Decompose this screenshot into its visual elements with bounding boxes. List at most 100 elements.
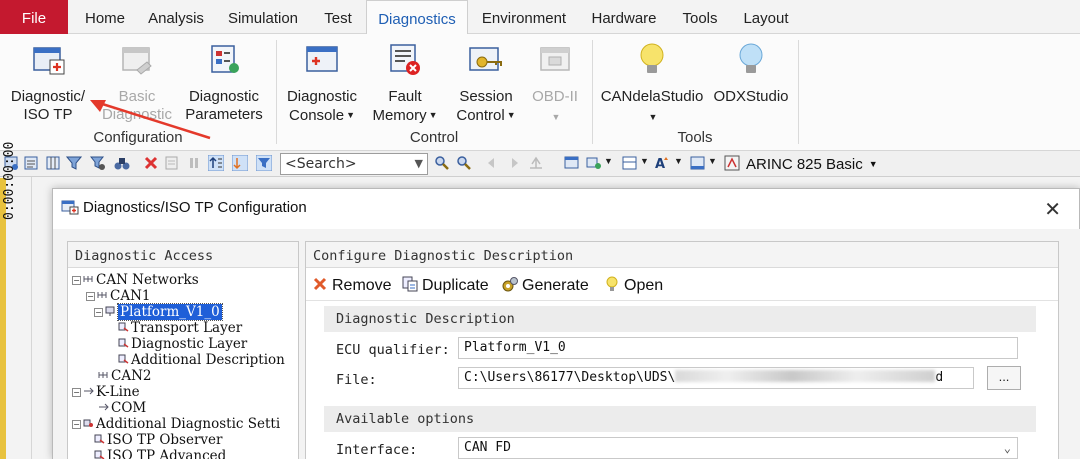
obd-ii-label: OBD-II [532, 88, 578, 105]
arinc-icon[interactable] [724, 155, 740, 171]
chevron-down-icon: ▼ [648, 112, 658, 122]
delete-x-icon[interactable] [143, 155, 159, 171]
binoculars-icon[interactable] [114, 155, 130, 171]
panel-icon[interactable] [690, 155, 706, 171]
collapse-icon[interactable]: − [72, 388, 81, 397]
tab-tools[interactable]: Tools [674, 0, 726, 34]
open-label: Open [624, 277, 664, 294]
tab-hardware[interactable]: Hardware [584, 0, 664, 34]
duplicate-button[interactable]: Duplicate [402, 276, 489, 295]
file-path-suffix: d [935, 370, 944, 385]
collapse-icon[interactable]: − [86, 292, 95, 301]
generate-button[interactable]: Generate [502, 276, 589, 295]
chevron-down-icon: ▼ [551, 112, 561, 122]
search-placeholder: <Search> [285, 156, 357, 172]
search-prev-icon[interactable] [434, 155, 450, 171]
arrow-right-icon[interactable] [506, 155, 522, 171]
diagnostic-access-panel: Diagnostic Access − CAN Networks − CAN1 − P… [67, 241, 299, 459]
tree-node-additional-description[interactable]: Additional Description [118, 352, 285, 369]
search-next-icon[interactable] [456, 155, 472, 171]
collapse-icon[interactable]: − [94, 308, 103, 317]
arinc-label: ARINC 825 Basic [746, 156, 863, 173]
list-icon[interactable] [24, 155, 40, 171]
session-control-button[interactable]: Session Control ▼ [448, 40, 524, 125]
tree-label: Diagnostic Layer [131, 336, 248, 352]
font-size-icon[interactable]: A [654, 155, 670, 171]
tree-node-can2[interactable]: CAN2 [98, 368, 151, 385]
tab-analysis[interactable]: Analysis [140, 0, 212, 34]
pause-icon[interactable] [186, 155, 202, 171]
session-key-icon [469, 47, 502, 71]
tab-file[interactable]: File [0, 0, 68, 34]
columns-icon[interactable] [46, 155, 62, 171]
tab-simulation[interactable]: Simulation [220, 0, 306, 34]
session-control-label-2: Control [456, 107, 505, 124]
funnel-settings-icon[interactable] [90, 155, 106, 171]
fault-memory-icon [390, 44, 420, 75]
tree-label: COM [111, 400, 147, 416]
tree-node-platform[interactable]: − Platform_V1_0 [94, 303, 223, 321]
tab-environment[interactable]: Environment [474, 0, 574, 34]
collapse-icon[interactable]: − [72, 420, 81, 429]
funnel-icon[interactable] [66, 155, 82, 171]
diagnostic-iso-tp-button[interactable]: Diagnostic/ ISO TP [6, 40, 90, 124]
diagnostic-console-button[interactable]: Diagnostic Console ▼ [284, 40, 360, 125]
tab-test[interactable]: Test [314, 0, 362, 34]
close-icon[interactable]: ✕ [1044, 197, 1061, 222]
tree-node-can-networks[interactable]: − CAN Networks [72, 272, 199, 289]
remove-button[interactable]: Remove [312, 276, 392, 295]
group-label-control: Control [409, 129, 459, 146]
annotation-arrow [90, 100, 211, 140]
arinc-dropdown[interactable]: ARINC 825 Basic ▼ [746, 154, 878, 175]
collapse-icon[interactable]: − [72, 276, 81, 285]
marker-icon[interactable] [528, 155, 544, 171]
browse-button[interactable]: ... [987, 366, 1021, 390]
obd-ii-button[interactable]: OBD-II ▼ [528, 40, 582, 126]
arrow-left-icon[interactable] [484, 155, 500, 171]
filter-list-icon[interactable] [256, 155, 272, 171]
network-icon [83, 276, 93, 282]
interface-select[interactable]: CAN FD ⌄ [458, 437, 1018, 459]
file-path-input[interactable]: C:\Users\86177\Desktop\UDS\ d [458, 367, 974, 389]
odxstudio-label: ODXStudio [713, 88, 789, 105]
lightbulb-yellow-icon [640, 43, 664, 73]
chevron-down-icon[interactable]: ▼ [640, 156, 649, 166]
tree-node-diagnostic-layer[interactable]: Diagnostic Layer [118, 336, 247, 353]
layout-icon[interactable] [622, 155, 638, 171]
tab-layout[interactable]: Layout [736, 0, 796, 34]
sort-up-icon[interactable] [208, 155, 224, 171]
search-input[interactable]: <Search> ▼ [280, 153, 428, 175]
fault-memory-button[interactable]: Fault Memory ▼ [366, 40, 444, 125]
ribbon-tab-bar: File Home Analysis Simulation Test Diagn… [0, 0, 1080, 35]
tree-node-com[interactable]: COM [98, 400, 146, 417]
trace-marker-bar [0, 178, 6, 459]
window-icon[interactable] [564, 155, 580, 171]
duplicate-label: Duplicate [422, 277, 489, 294]
diagnostic-console-label-1: Diagnostic [286, 88, 358, 105]
tab-diagnostics[interactable]: Diagnostics [366, 0, 468, 35]
chevron-down-icon[interactable]: ▼ [604, 156, 613, 166]
fault-memory-label-2-wrap: Memory ▼ [366, 106, 444, 125]
tree-node-iso-tp-observer[interactable]: ISO TP Observer [94, 432, 222, 449]
ecu-qualifier-input[interactable]: Platform_V1_0 [458, 337, 1018, 359]
chevron-down-icon: ▼ [868, 159, 878, 169]
tab-home[interactable]: Home [76, 0, 134, 34]
tree-node-additional-settings[interactable]: − Additional Diagnostic Setti [72, 416, 280, 433]
odxstudio-button[interactable]: ODXStudio [712, 40, 790, 106]
gear-icon [502, 277, 518, 292]
lightbulb-blue-icon [739, 43, 763, 73]
open-button[interactable]: Open [604, 276, 663, 295]
chevron-down-icon: ▼ [346, 110, 355, 120]
sort-down-icon[interactable] [232, 155, 248, 171]
window-arrange-icon[interactable] [586, 155, 602, 171]
chevron-down-icon[interactable]: ▼ [708, 156, 717, 166]
candelastudio-button[interactable]: CANdelaStudio ▼ [600, 40, 704, 126]
tree-node-k-line[interactable]: − K-Line [72, 384, 140, 401]
page-icon[interactable] [164, 155, 180, 171]
tree-node-iso-tp-advanced[interactable]: ISO TP Advanced [94, 448, 226, 459]
layer-icon [118, 338, 129, 348]
tree-node-can1[interactable]: − CAN1 [86, 288, 150, 305]
chevron-down-icon[interactable]: ▼ [674, 156, 683, 166]
tree-node-transport-layer[interactable]: Transport Layer [118, 320, 242, 337]
chevron-down-icon[interactable]: ▼ [415, 154, 423, 174]
